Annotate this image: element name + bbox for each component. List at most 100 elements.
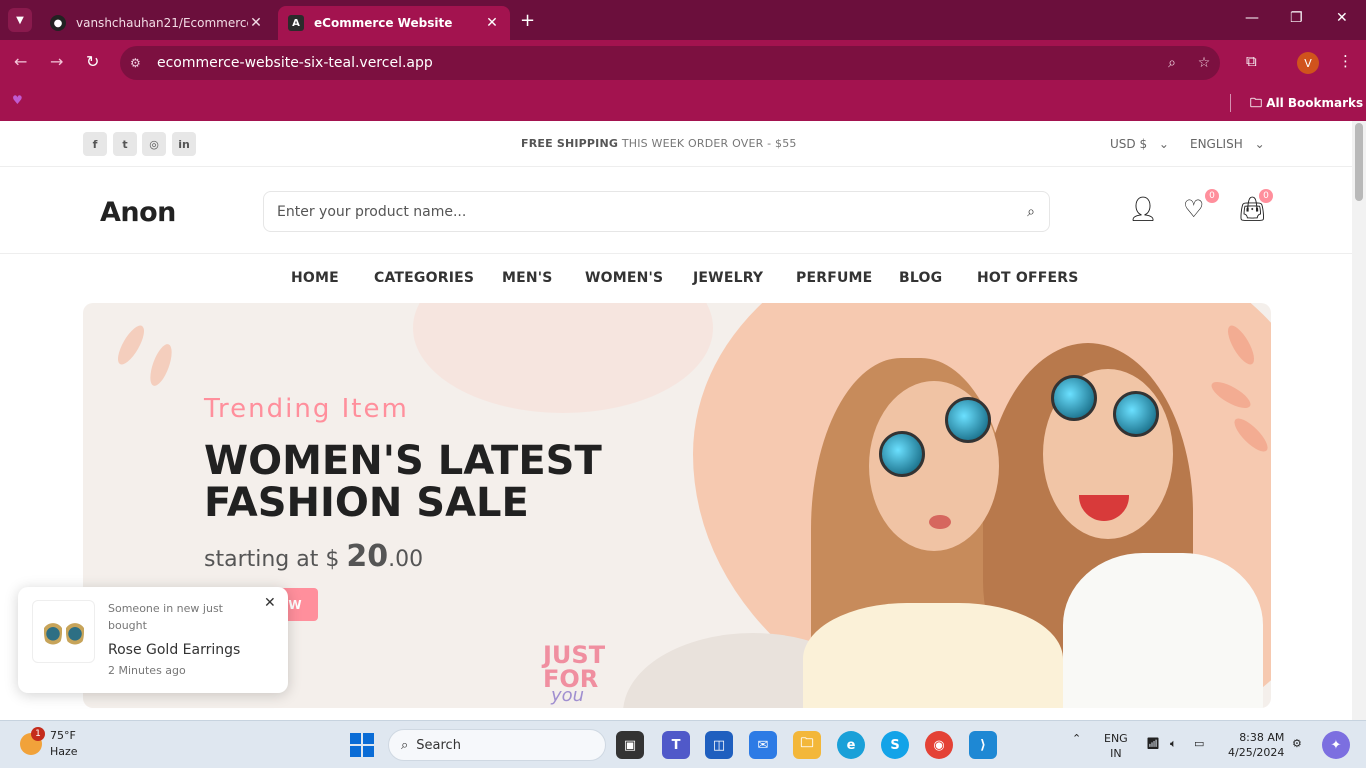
site-logo[interactable]: Anon [100, 197, 176, 228]
facebook-icon[interactable]: f [83, 132, 107, 156]
tab-ecommerce[interactable]: A eCommerce Website ✕ [278, 6, 510, 40]
currency-select[interactable]: USD $ ⌄ [1110, 137, 1169, 151]
new-tab-button[interactable]: + [520, 10, 535, 31]
language-select[interactable]: ENGLISH ⌄ [1190, 137, 1265, 151]
show-hidden-icons[interactable]: ⌃ [1072, 731, 1081, 746]
mail-icon[interactable]: ✉ [749, 731, 777, 759]
heart-bookmark-icon[interactable]: ♥ [12, 93, 23, 107]
file-explorer-icon[interactable]: 🗀 [793, 731, 821, 759]
skype-icon[interactable]: S [881, 731, 909, 759]
sunglasses-lens [879, 431, 925, 477]
web-page: f t ◎ in FREE SHIPPING THIS WEEK ORDER O… [0, 121, 1352, 720]
leaf-decoration [145, 341, 177, 389]
price-minor: .00 [388, 547, 424, 572]
bookmarks-bar: ♥ 🗀 All Bookmarks [0, 86, 1366, 121]
menu-item-blog[interactable]: BLOG [899, 270, 942, 286]
toast-message: Someone in new just bought [108, 602, 223, 632]
vscode-icon[interactable]: ⟩ [969, 731, 997, 759]
close-icon[interactable]: ✕ [484, 15, 500, 31]
clock[interactable]: 8:38 AM 4/25/2024 [1228, 730, 1284, 760]
menu-item-jewelry[interactable]: JEWELRY [693, 270, 763, 286]
wifi-icon[interactable]: 📶︎ [1146, 736, 1160, 751]
taskbar-search-label: Search [416, 737, 461, 753]
cart-count-badge: 0 [1259, 189, 1273, 203]
clock-time: 8:38 AM [1239, 731, 1285, 744]
task-view-icon[interactable]: ▣ [616, 731, 644, 759]
sunglasses-lens [1113, 391, 1159, 437]
shipping-text: THIS WEEK ORDER OVER - $55 [618, 137, 797, 150]
all-bookmarks-label: All Bookmarks [1266, 96, 1364, 110]
start-button[interactable] [350, 733, 374, 757]
header-main: Anon Enter your product name... ⌕ 👤︎ ♡ 0… [0, 167, 1352, 254]
just-for-you-badge: JUST FOR [543, 643, 605, 691]
browser-toolbar: ← → ↻ ⚙ ecommerce-website-six-teal.verce… [0, 40, 1366, 86]
volume-icon[interactable]: 🔈︎ [1170, 736, 1177, 751]
notification-icon[interactable]: ⚙ [1292, 736, 1302, 751]
price-prefix: starting at $ [204, 547, 347, 572]
wishlist-count-badge: 0 [1205, 189, 1219, 203]
scrollbar-thumb[interactable] [1355, 123, 1363, 201]
sunglasses-lens [1051, 375, 1097, 421]
menu-item-categories[interactable]: CATEGORIES [374, 270, 474, 286]
linkedin-icon[interactable]: in [172, 132, 196, 156]
github-icon: ● [50, 15, 66, 31]
price-major: 20 [346, 539, 389, 574]
store-icon[interactable]: ◫ [705, 731, 733, 759]
close-window-button[interactable]: ✕ [1336, 10, 1348, 26]
hero-price: starting at $ 20.00 [204, 539, 423, 574]
close-icon[interactable]: ✕ [248, 15, 264, 31]
menu-kebab-icon[interactable]: ⋮ [1338, 52, 1353, 70]
menu-item-mens[interactable]: MEN'S [502, 270, 553, 286]
search-icon: ⌕ [401, 737, 409, 753]
copilot-icon[interactable]: ✦ [1322, 731, 1350, 759]
menu-item-hot-offers[interactable]: HOT OFFERS [977, 270, 1079, 286]
scrollbar[interactable] [1352, 121, 1366, 720]
tab-title: vanshchauhan21/Ecommerce-w [76, 16, 248, 30]
weather-temp[interactable]: 75°F [50, 729, 76, 742]
header-top-bar: f t ◎ in FREE SHIPPING THIS WEEK ORDER O… [0, 121, 1352, 167]
minimize-button[interactable]: — [1245, 10, 1259, 26]
edge-icon[interactable]: e [837, 731, 865, 759]
earring-image [65, 613, 84, 650]
twitter-icon[interactable]: t [113, 132, 137, 156]
search-icon[interactable]: ⌕ [1027, 204, 1035, 220]
tab-github[interactable]: ● vanshchauhan21/Ecommerce-w ✕ [40, 6, 274, 40]
windows-taskbar: 1 75°F Haze ⌕ Search ▣ T ◫ ✉ 🗀 e S ◉ ⟩ ⌃ … [0, 720, 1366, 768]
teams-icon[interactable]: T [662, 731, 690, 759]
address-bar[interactable]: ⚙ ecommerce-website-six-teal.vercel.app … [120, 46, 1220, 80]
search-placeholder: Enter your product name... [277, 203, 467, 220]
menu-item-home[interactable]: HOME [291, 270, 339, 286]
profile-avatar[interactable]: V [1297, 52, 1319, 74]
toast-product: Rose Gold Earrings [108, 642, 241, 658]
shipping-bold: FREE SHIPPING [521, 137, 619, 150]
taskbar-search[interactable]: ⌕ Search [388, 729, 606, 761]
chrome-icon[interactable]: ◉ [925, 731, 953, 759]
user-icon[interactable]: 👤︎ [1128, 195, 1158, 223]
close-icon[interactable]: ✕ [264, 595, 276, 611]
decorative-blob [413, 303, 713, 413]
notification-toast: Someone in new just bought Rose Gold Ear… [18, 587, 288, 693]
desktop-navigation-menu: HOME CATEGORIES MEN'S WOMEN'S JEWELRY PE… [0, 254, 1352, 302]
zoom-icon[interactable]: ⌕ [1156, 55, 1188, 71]
site-info-icon[interactable]: ⚙ [130, 56, 154, 70]
forward-icon[interactable]: → [50, 52, 63, 71]
heart-icon[interactable]: ♡ [1183, 195, 1205, 223]
weather-badge: 1 [31, 727, 45, 741]
menu-item-womens[interactable]: WOMEN'S [585, 270, 663, 286]
weather-desc[interactable]: Haze [50, 745, 78, 758]
tab-search-button[interactable]: ▼ [8, 8, 32, 32]
model-shirt [803, 603, 1063, 708]
badge-script: you [551, 685, 585, 706]
back-icon[interactable]: ← [14, 52, 27, 71]
all-bookmarks-button[interactable]: 🗀 All Bookmarks [1250, 94, 1363, 115]
search-input[interactable]: Enter your product name... ⌕ [263, 191, 1050, 232]
language-indicator[interactable]: ENG IN [1104, 731, 1128, 761]
battery-icon[interactable]: ▭ [1194, 736, 1204, 751]
bookmark-star-icon[interactable]: ☆ [1188, 55, 1220, 71]
menu-item-perfume[interactable]: PERFUME [796, 270, 872, 286]
restore-button[interactable]: ❐ [1290, 10, 1303, 26]
currency-value: USD $ [1110, 137, 1148, 151]
instagram-icon[interactable]: ◎ [142, 132, 166, 156]
extensions-icon[interactable]: ⧉ [1246, 52, 1257, 70]
reload-icon[interactable]: ↻ [86, 52, 99, 71]
